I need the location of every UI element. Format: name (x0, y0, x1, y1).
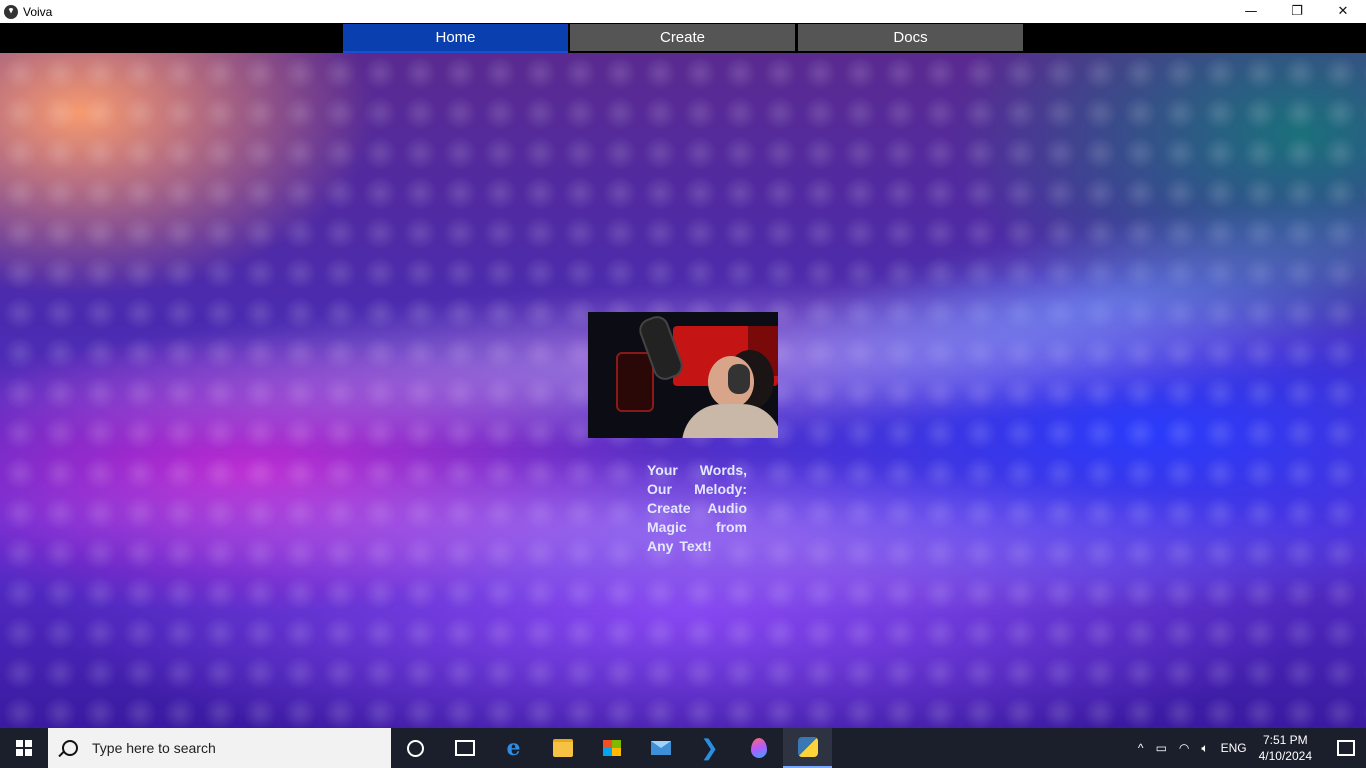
vscode-button[interactable]: ❯ (685, 728, 734, 768)
battery-icon[interactable]: ▭ (1150, 741, 1173, 755)
python-icon (797, 737, 818, 757)
language-indicator[interactable]: ENG (1215, 741, 1253, 755)
window-controls: — ❐ ✕ (1228, 0, 1366, 23)
cortana-button[interactable] (391, 728, 440, 768)
headphones-icon (728, 364, 750, 394)
notification-icon (1337, 740, 1355, 756)
search-icon (62, 740, 78, 756)
task-view-icon (454, 740, 475, 756)
clock-time: 7:51 PM (1262, 733, 1308, 747)
file-explorer-button[interactable] (538, 728, 587, 768)
edge-icon: e (506, 735, 521, 761)
tab-docs[interactable]: Docs (798, 24, 1023, 51)
clock[interactable]: 7:51 PM 4/10/2024 (1253, 732, 1326, 764)
paint-icon (750, 738, 767, 758)
clock-date: 4/10/2024 (1258, 749, 1312, 763)
start-button[interactable] (0, 728, 48, 768)
wifi-icon[interactable]: ◠ (1173, 741, 1195, 755)
maximize-button[interactable]: ❐ (1274, 0, 1320, 23)
hero-photo-singer (588, 312, 778, 438)
paint-button[interactable] (734, 728, 783, 768)
taskbar: Type here to search e ❯ ^ ▭ ◠ 🔈︎ ENG 7:5… (0, 728, 1366, 768)
search-placeholder: Type here to search (92, 740, 216, 756)
file-explorer-icon (552, 739, 573, 757)
app-logo-icon (4, 4, 18, 19)
tab-home[interactable]: Home (343, 24, 568, 53)
hero-background: Your Words, Our Melody: Create Audio Mag… (0, 53, 1366, 728)
close-button[interactable]: ✕ (1320, 0, 1366, 23)
mail-icon (650, 741, 671, 755)
hero-tagline: Your Words, Our Melody: Create Audio Mag… (647, 462, 747, 554)
taskbar-search[interactable]: Type here to search (48, 728, 391, 768)
tray-chevron-icon[interactable]: ^ (1132, 741, 1150, 755)
task-view-button[interactable] (440, 728, 489, 768)
window-title: Voiva (23, 4, 53, 19)
windows-icon (16, 740, 32, 756)
nav-bar: Home Create Docs (0, 23, 1366, 53)
notifications-button[interactable] (1326, 728, 1366, 768)
title-bar: Voiva — ❐ ✕ (0, 0, 1366, 23)
system-tray: ^ ▭ ◠ 🔈︎ ENG 7:51 PM 4/10/2024 (1132, 728, 1366, 768)
tab-create[interactable]: Create (570, 24, 795, 51)
store-button[interactable] (587, 728, 636, 768)
volume-icon[interactable]: 🔈︎ (1195, 741, 1214, 756)
edge-button[interactable]: e (489, 728, 538, 768)
store-icon (602, 740, 621, 756)
python-button[interactable] (783, 728, 832, 768)
minimize-button[interactable]: — (1228, 0, 1274, 23)
cortana-icon (407, 739, 424, 757)
vscode-icon: ❯ (700, 735, 719, 761)
mail-button[interactable] (636, 728, 685, 768)
